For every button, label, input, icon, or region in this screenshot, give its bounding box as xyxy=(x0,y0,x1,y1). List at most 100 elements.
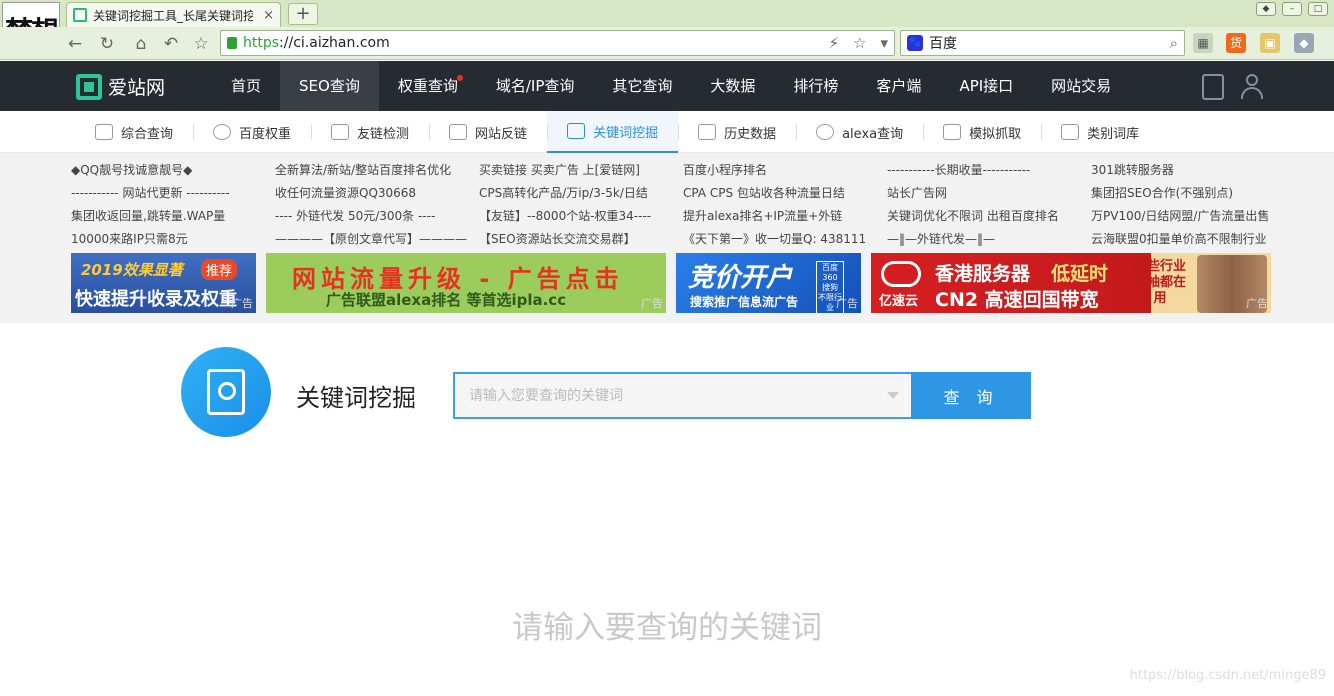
ad-text-link[interactable]: 万PV100/日结网盟/广告流量出售 xyxy=(1091,205,1295,228)
ad-text-link[interactable]: 云海联盟0扣量单价高不限制行业 xyxy=(1091,228,1295,251)
ad-text-link[interactable]: 买卖链接 买卖广告 上[爱链网] xyxy=(479,159,683,182)
browser-tab[interactable]: 关键词挖掘工具_长尾关键词挖 × xyxy=(66,2,281,27)
subnav-label: 关键词挖掘 xyxy=(593,125,659,141)
ad-tag: 广告 xyxy=(641,297,663,310)
extensions-grid-icon[interactable]: ▦ xyxy=(1193,33,1213,53)
ad-text-link[interactable]: 站长广告网 xyxy=(887,182,1091,205)
subnav-spider[interactable]: 模拟抓取 xyxy=(923,111,1041,153)
ad-text-link[interactable]: —‖—外链代发—‖— xyxy=(887,228,1091,251)
subnav-friend-links[interactable]: 友链检测 xyxy=(311,111,429,153)
nav-other[interactable]: 其它查询 xyxy=(593,61,691,111)
back-icon[interactable]: ← xyxy=(64,33,86,55)
layers-icon xyxy=(698,124,717,140)
lightning-icon[interactable]: ⚡ xyxy=(828,34,839,52)
chevron-down-icon[interactable] xyxy=(887,392,899,399)
nav-ranking[interactable]: 排行榜 xyxy=(774,61,857,111)
banner-text: 2019效果显著 xyxy=(81,261,183,279)
subnav-overview[interactable]: 综合查询 xyxy=(75,111,193,153)
subnav-label: 类别词库 xyxy=(1087,126,1140,142)
minimize-button[interactable]: – xyxy=(1282,2,1302,16)
banner-ad-4[interactable]: 亿速云 香港服务器 低延时 CN2 高速回国带宽 这些行业领袖都在用 广告 xyxy=(871,253,1271,313)
skin-icon[interactable]: ◆ xyxy=(1256,2,1276,16)
banner-ad-3[interactable]: 竞价开户 百度 360 搜狗 不限行业 搜索推广信息流广告 广告 xyxy=(676,253,861,313)
home-icon[interactable]: ⌂ xyxy=(130,33,152,55)
query-button[interactable]: 查 询 xyxy=(911,372,1031,419)
ad-text-link[interactable]: -----------长期收量----------- xyxy=(887,159,1091,182)
ad-text-link[interactable]: 收任何流量资源QQ30668 xyxy=(275,182,479,205)
favorite-star-icon[interactable]: ☆ xyxy=(190,33,212,55)
nav-domain-ip[interactable]: 域名/IP查询 xyxy=(477,61,594,111)
nav-weight[interactable]: 权重查询 xyxy=(379,61,477,111)
nav-seo[interactable]: SEO查询 xyxy=(280,61,379,111)
ad-text-link[interactable]: ◆QQ靓号找诚意靓号◆ xyxy=(71,159,275,182)
browser-tab-strip: 关键词挖掘工具_长尾关键词挖 × + ◆ – □ xyxy=(0,0,1334,27)
site-logo-text: 爱站网 xyxy=(108,77,166,99)
ad-text-link[interactable]: 百度小程序排名 xyxy=(683,159,887,182)
shopping-ext-icon[interactable]: 货 xyxy=(1226,33,1246,53)
ad-text-link[interactable]: 《天下第一》收一切量Q: 438111 xyxy=(683,228,887,251)
nav-bigdata[interactable]: 大数据 xyxy=(691,61,774,111)
ad-link-columns: ◆QQ靓号找诚意靓号◆ ----------- 网站代更新 ---------- 集… xyxy=(71,159,1295,251)
banner-text: 亿速云 xyxy=(879,294,919,309)
paw-icon xyxy=(213,124,232,140)
subnav-label: 模拟抓取 xyxy=(969,126,1022,142)
subnav-baidu-weight[interactable]: 百度权重 xyxy=(193,111,311,153)
ad-tag: 广告 xyxy=(231,297,253,310)
subnav-keyword-mining[interactable]: 关键词挖掘 xyxy=(547,111,679,153)
ad-text-link[interactable]: 【友链】--8000个站-权重34---- xyxy=(479,205,683,228)
banner-badge: 推荐 xyxy=(201,259,238,280)
alexa-icon xyxy=(816,124,835,140)
nav-trade[interactable]: 网站交易 xyxy=(1032,61,1130,111)
search-icon[interactable]: ⌕ xyxy=(1170,34,1178,52)
refresh-icon[interactable]: ↻ xyxy=(96,33,118,55)
baidu-paw-icon: 🐾 xyxy=(907,35,923,51)
mobile-icon[interactable] xyxy=(1202,74,1224,100)
ad-text-link[interactable]: ---- 外链代发 50元/300条 ---- xyxy=(275,205,479,228)
subnav-category-words[interactable]: 类别词库 xyxy=(1041,111,1159,153)
close-tab-icon[interactable]: × xyxy=(263,8,274,23)
dropdown-icon[interactable]: ▾ xyxy=(880,34,888,52)
undo-icon[interactable]: ↶ xyxy=(160,33,182,55)
new-tab-button[interactable]: + xyxy=(288,3,318,25)
subnav-alexa[interactable]: alexa查询 xyxy=(796,111,923,153)
subnav-label: 百度权重 xyxy=(239,126,292,142)
lock-icon xyxy=(227,37,237,49)
ad-text-link[interactable]: 301跳转服务器 xyxy=(1091,159,1295,182)
browser-search-box[interactable]: 🐾 百度 ⌕ xyxy=(900,30,1185,56)
nav-home[interactable]: 首页 xyxy=(212,61,280,111)
search-engine-name: 百度 xyxy=(929,36,957,52)
ad-text-link[interactable]: 10000来路IP只需8元 xyxy=(71,228,275,251)
ad-text-link[interactable]: 提升alexa排名+IP流量+外链 xyxy=(683,205,887,228)
banner-ad-2[interactable]: 网站流量升级 - 广告点击 广告联盟alexa排名 等首选ipla.cc 广告 xyxy=(266,253,666,313)
maximize-button[interactable]: □ xyxy=(1308,2,1328,16)
nav-api[interactable]: API接口 xyxy=(940,61,1032,111)
banner-text: 广告联盟alexa排名 等首选ipla.cc xyxy=(326,291,567,309)
screenshot-ext-icon[interactable]: ▣ xyxy=(1260,33,1280,53)
ad-text-link[interactable]: 集团招SEO合作(不强别点) xyxy=(1091,182,1295,205)
ad-text-link[interactable]: 关键词优化不限词 出租百度排名 xyxy=(887,205,1091,228)
ad-text-link[interactable]: 【SEO资源站长交流交易群】 xyxy=(479,228,683,251)
banner-text: 这些行业领袖都在用 xyxy=(1133,259,1186,306)
ad-text-link[interactable]: 集团收返回量,跳转量.WAP量 xyxy=(71,205,275,228)
address-bar[interactable]: https ://ci.aizhan.com ⚡ ☆ ▾ xyxy=(220,30,895,56)
banner-ad-1[interactable]: 2019效果显著 推荐 快速提升收录及权重 广告 xyxy=(71,253,256,313)
bookmark-star-icon[interactable]: ☆ xyxy=(853,34,866,52)
ad-text-link[interactable]: 全新算法/新站/整站百度排名优化 xyxy=(275,159,479,182)
ad-text-link[interactable]: CPA CPS 包站收各种流量日结 xyxy=(683,182,887,205)
site-logo[interactable]: 爱站网 xyxy=(76,73,165,100)
subnav-label: 综合查询 xyxy=(121,126,174,142)
subnav-backlinks[interactable]: 网站反链 xyxy=(429,111,547,153)
url-scheme: https xyxy=(243,35,280,51)
ad-text-link[interactable]: ————【原创文章代写】———— xyxy=(275,228,479,251)
banner-text: 低延时 xyxy=(1051,263,1109,285)
chart-icon xyxy=(95,124,113,140)
ad-text-link[interactable]: CPS高转化产品/万ip/3-5k/日结 xyxy=(479,182,683,205)
tab-title: 关键词挖掘工具_长尾关键词挖 xyxy=(93,8,253,23)
keyword-tool-icon xyxy=(181,347,271,437)
keyword-search-input[interactable] xyxy=(453,372,913,419)
ad-text-link[interactable]: ----------- 网站代更新 ---------- xyxy=(71,182,275,205)
subnav-history[interactable]: 历史数据 xyxy=(678,111,796,153)
shield-ext-icon[interactable]: ◆ xyxy=(1294,33,1314,53)
nav-client[interactable]: 客户端 xyxy=(857,61,940,111)
user-icon[interactable] xyxy=(1240,74,1264,100)
